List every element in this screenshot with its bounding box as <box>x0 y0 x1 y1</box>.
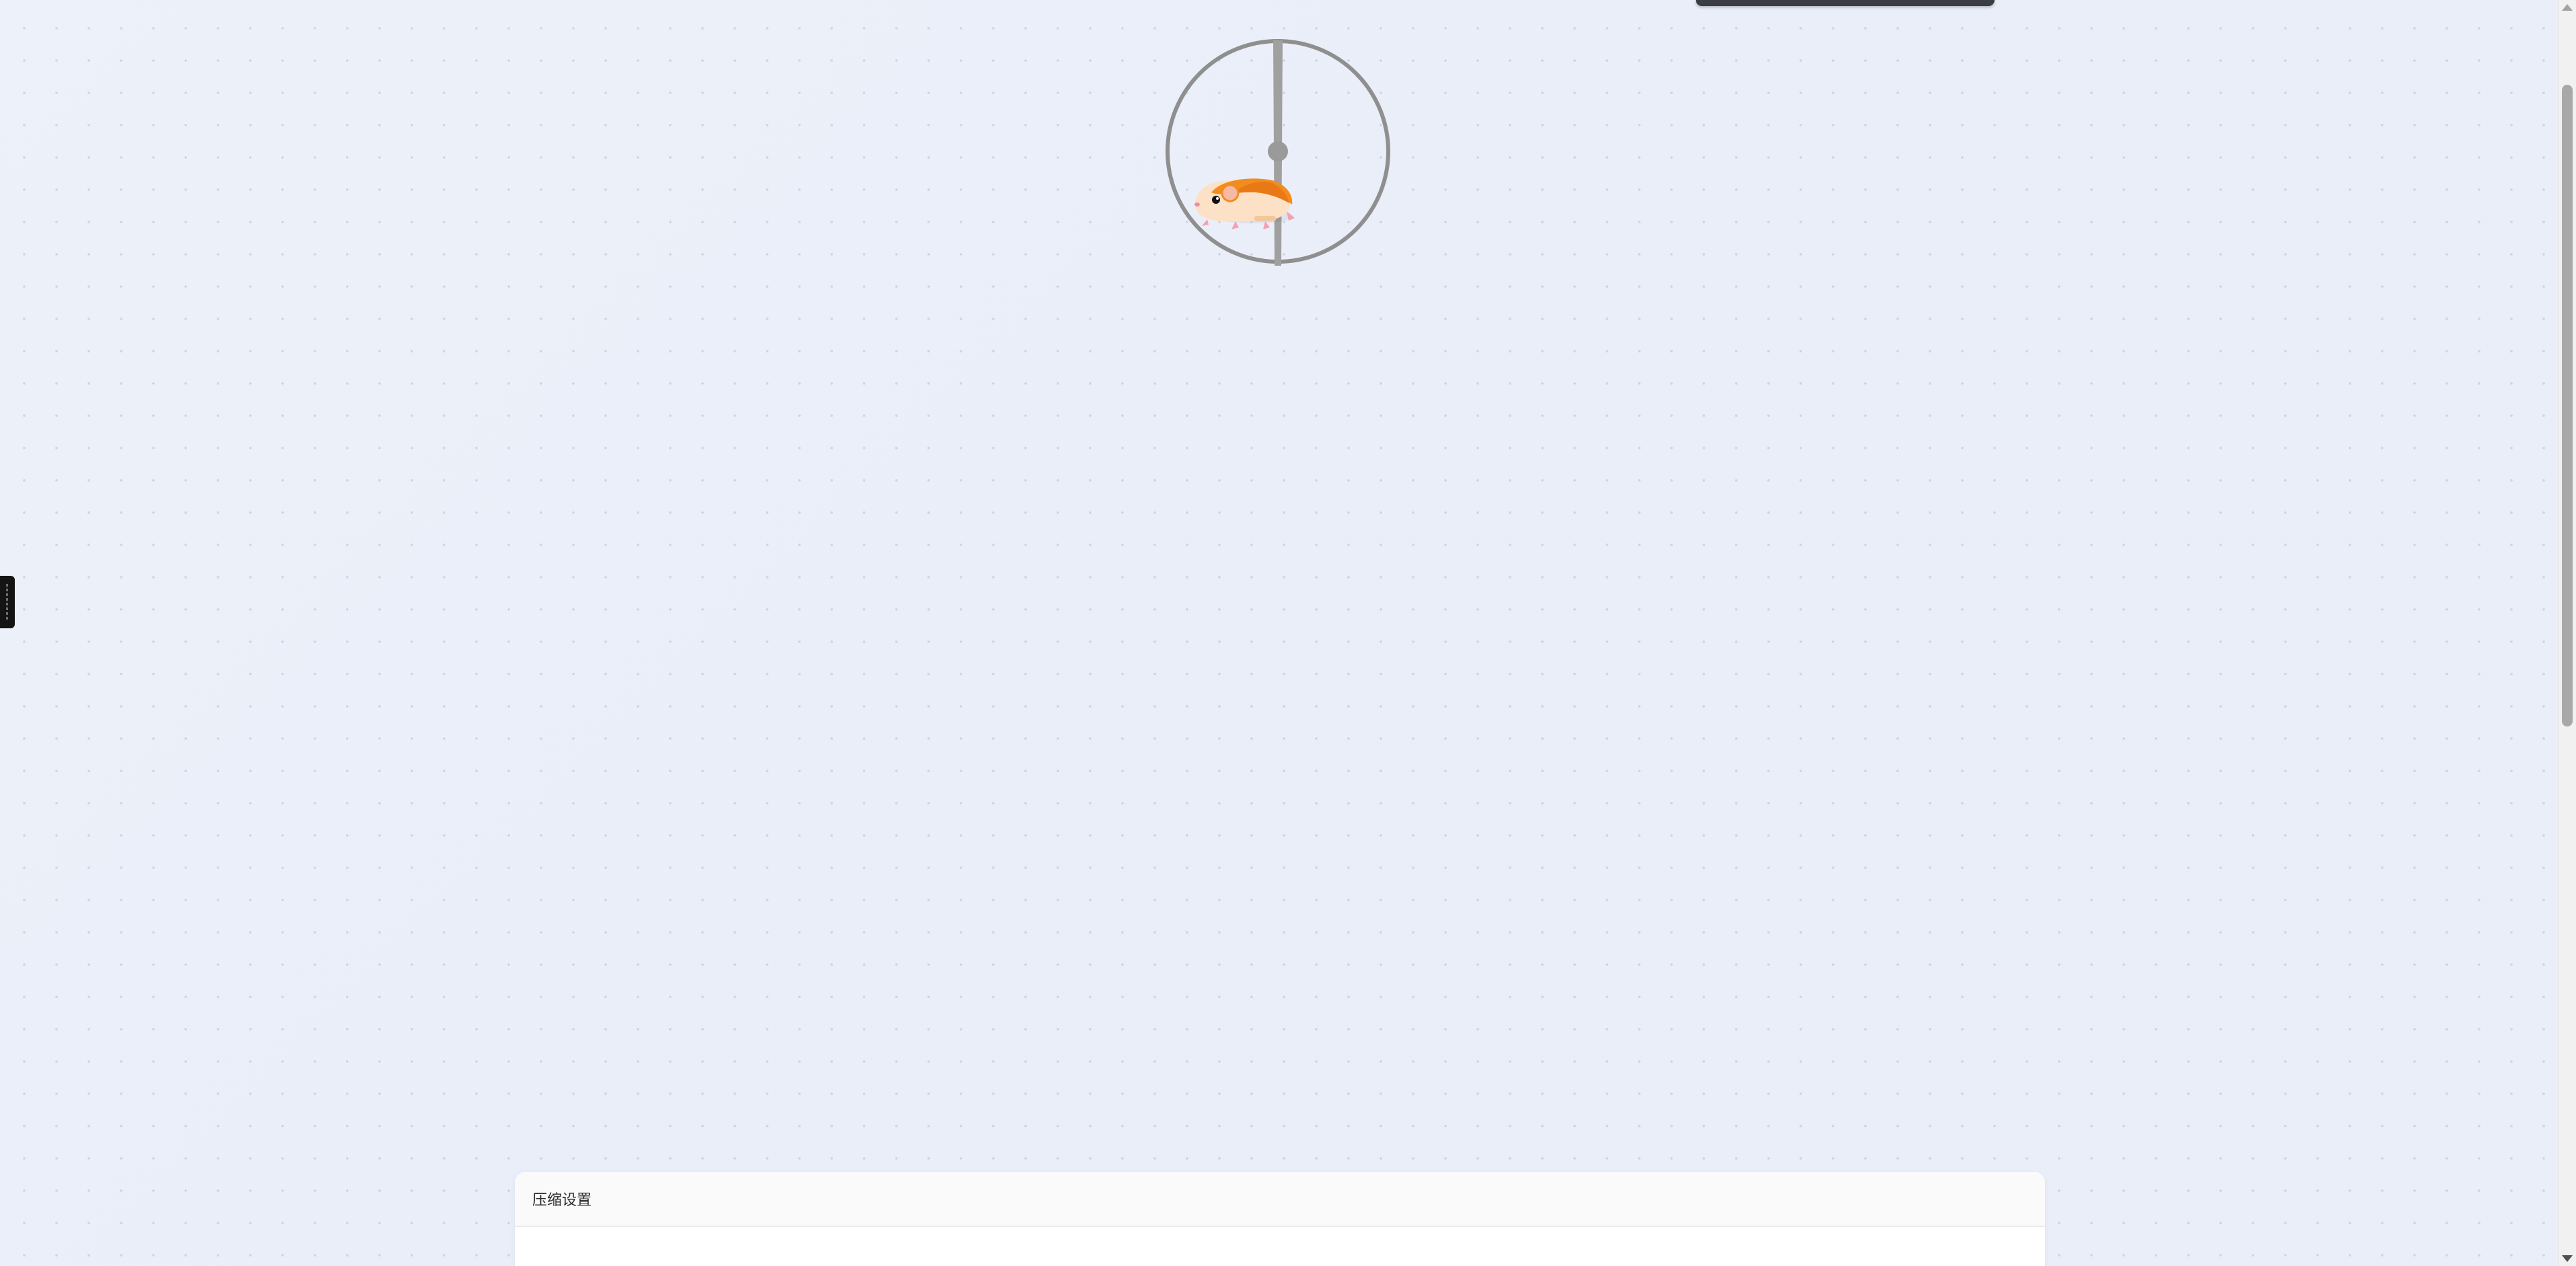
chevron-down-icon[interactable] <box>2562 1255 2573 1262</box>
chevron-up-icon[interactable] <box>2562 4 2573 11</box>
hamster-wheel-loader <box>1166 39 1390 266</box>
compression-settings-card: 压缩设置 <box>515 1172 2045 1266</box>
card-header: 压缩设置 <box>515 1172 2045 1227</box>
wheel-icon <box>1166 39 1390 266</box>
top-toolbar-tab[interactable] <box>1696 0 1995 6</box>
side-drawer-handle[interactable] <box>0 576 15 628</box>
card-title: 压缩设置 <box>532 1192 592 1209</box>
scrollbar-thumb[interactable] <box>2562 85 2573 727</box>
vertical-scrollbar[interactable] <box>2558 0 2576 1266</box>
